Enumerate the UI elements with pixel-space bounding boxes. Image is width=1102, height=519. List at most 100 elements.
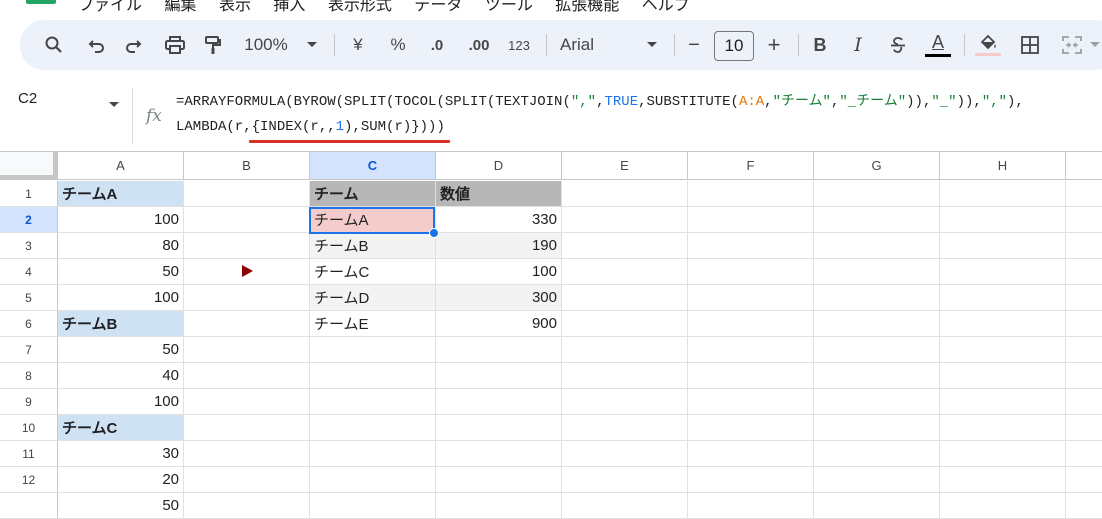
grid-cell[interactable] [688,259,814,285]
increase-decimal-button[interactable]: .00 [462,20,496,70]
chevron-down-icon[interactable] [644,20,660,70]
grid-cell[interactable] [814,467,940,493]
grid-cell[interactable]: 40 [58,363,184,389]
grid-cell[interactable] [688,311,814,337]
grid-cell[interactable] [436,363,562,389]
grid-cell[interactable] [688,285,814,311]
grid-cell[interactable] [562,389,688,415]
grid-cell[interactable] [814,363,940,389]
fill-color-icon[interactable] [974,20,1002,70]
grid-cell[interactable] [562,493,688,519]
result-cell[interactable]: チームB [310,233,436,259]
grid-cell[interactable] [184,467,310,493]
decrease-font-size-button[interactable]: − [682,20,706,70]
row-header[interactable]: 11 [0,441,58,467]
grid-cell[interactable] [1066,311,1102,337]
text-color-button[interactable]: A [924,20,952,70]
grid-cell[interactable] [940,233,1066,259]
grid-cell[interactable] [940,441,1066,467]
grid-cell[interactable] [940,311,1066,337]
menu-data[interactable]: データ [414,0,462,14]
grid-cell[interactable] [184,207,310,233]
grid-cell[interactable] [184,181,310,207]
grid-cell[interactable] [1066,389,1102,415]
grid-cell[interactable] [940,337,1066,363]
grid-cell[interactable] [310,337,436,363]
grid-cell[interactable]: 50 [58,259,184,285]
grid-cell[interactable] [310,493,436,519]
column-header[interactable]: D [436,152,562,180]
grid-cell[interactable] [184,233,310,259]
row-header[interactable]: 9 [0,389,58,415]
column-header[interactable]: C [310,152,436,180]
menu-tools[interactable]: ツール [485,0,533,14]
grid-cell[interactable] [940,207,1066,233]
grid-cell[interactable] [688,337,814,363]
bold-button[interactable]: B [808,20,832,70]
menu-help[interactable]: ヘルプ [642,0,690,14]
grid-cell[interactable] [814,441,940,467]
grid-cell[interactable] [562,311,688,337]
result-cell[interactable]: チームE [310,311,436,337]
column-header[interactable] [1066,152,1102,180]
font-size-input[interactable]: 10 [714,31,754,61]
grid-cell[interactable]: 80 [58,233,184,259]
grid-cell[interactable] [814,493,940,519]
menu-insert[interactable]: 挿入 [273,0,305,14]
grid-cell[interactable] [940,285,1066,311]
grid-cell[interactable] [1066,181,1102,207]
row-header[interactable]: 10 [0,415,58,441]
grid-cell[interactable] [940,259,1066,285]
redo-icon[interactable] [120,20,146,70]
currency-format-button[interactable]: ¥ [346,20,370,70]
grid-cell[interactable] [310,467,436,493]
grid-cell[interactable] [814,415,940,441]
grid-cell[interactable] [814,259,940,285]
row-header[interactable]: 7 [0,337,58,363]
formula-line-1[interactable]: =ARRAYFORMULA(BYROW(SPLIT(TOCOL(SPLIT(TE… [176,90,1024,110]
grid-cell[interactable]: 100 [58,207,184,233]
column-header[interactable]: G [814,152,940,180]
grid-cell[interactable] [1066,259,1102,285]
grid-cell[interactable] [940,363,1066,389]
grid-cell[interactable] [814,311,940,337]
grid-cell[interactable] [310,441,436,467]
grid-cell[interactable] [562,285,688,311]
grid-cell[interactable] [562,337,688,363]
grid-cell[interactable] [562,363,688,389]
grid-cell[interactable] [688,467,814,493]
row-header[interactable]: 8 [0,363,58,389]
grid-cell[interactable] [184,363,310,389]
grid-cell[interactable]: チームB [58,311,184,337]
grid-cell[interactable] [814,181,940,207]
row-header[interactable] [0,493,58,519]
grid-cell[interactable] [1066,363,1102,389]
grid-cell[interactable] [436,415,562,441]
result-cell[interactable]: 330 [436,207,562,233]
zoom-value[interactable]: 100% [242,20,290,70]
chevron-down-icon[interactable] [304,20,320,70]
name-box[interactable]: C2 [0,80,132,146]
result-cell[interactable]: 300 [436,285,562,311]
formula-line-2[interactable]: LAMBDA(r,{INDEX(r,,1),SUM(r)}))) [176,119,445,135]
grid-cell[interactable] [436,493,562,519]
grid-cell[interactable] [688,493,814,519]
column-header[interactable]: E [562,152,688,180]
chevron-down-icon[interactable] [108,96,120,114]
grid-cell[interactable] [940,389,1066,415]
select-all-corner[interactable] [0,152,58,180]
grid-cell[interactable] [310,415,436,441]
result-cell[interactable]: 190 [436,233,562,259]
grid-cell[interactable] [562,233,688,259]
result-cell[interactable]: チームD [310,285,436,311]
grid-cell[interactable]: 30 [58,441,184,467]
grid-cell[interactable] [1066,337,1102,363]
grid-cell[interactable] [184,493,310,519]
row-header[interactable]: 2 [0,207,58,233]
row-header[interactable]: 12 [0,467,58,493]
grid-cell[interactable] [436,389,562,415]
search-icon[interactable] [40,20,68,70]
grid-cell[interactable] [688,363,814,389]
undo-icon[interactable] [84,20,110,70]
grid-cell[interactable] [688,181,814,207]
